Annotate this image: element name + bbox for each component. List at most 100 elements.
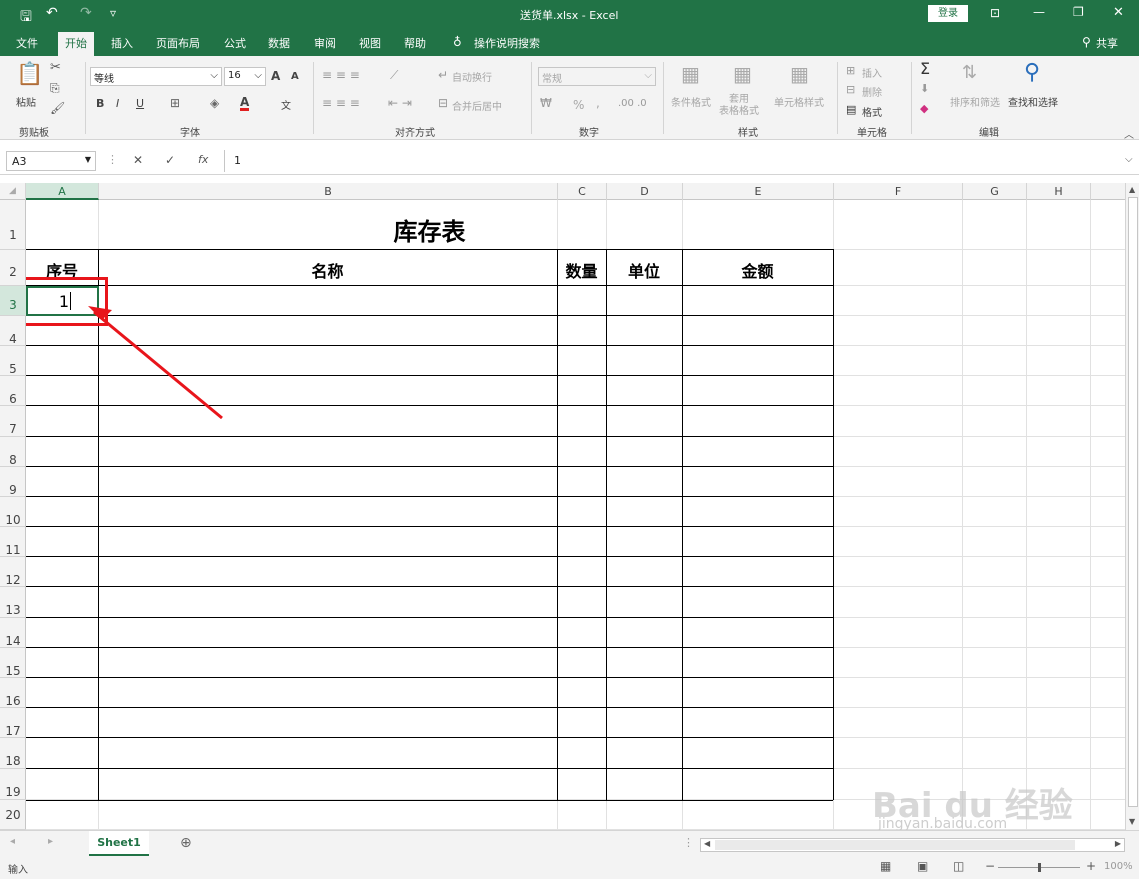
row-header[interactable]: 20 [0, 800, 26, 830]
tab-page-layout[interactable]: 页面布局 [156, 35, 200, 51]
row-header[interactable]: 19 [0, 769, 26, 800]
collapse-ribbon-icon[interactable]: ︿ [1124, 126, 1134, 141]
clear-icon[interactable]: ◆ [920, 102, 928, 115]
row-header[interactable]: 8 [0, 437, 26, 467]
orientation-icon[interactable]: ⟋ [390, 68, 398, 83]
font-name-select[interactable]: 等线 ⌵ [90, 67, 222, 86]
undo-icon[interactable]: ↶ [46, 5, 58, 21]
insert-function-button[interactable]: fx [198, 153, 208, 166]
tab-formulas[interactable]: 公式 [224, 35, 246, 51]
grow-font-button[interactable]: A [271, 69, 280, 83]
scroll-left-icon[interactable]: ◂ [10, 836, 15, 847]
close-button[interactable]: ✕ [1113, 5, 1124, 20]
row-header[interactable]: 6 [0, 376, 26, 406]
row-header[interactable]: 18 [0, 738, 26, 769]
sort-filter-icon[interactable]: ⇅ [962, 62, 977, 83]
vertical-scrollbar[interactable]: ▲ ▼ [1125, 183, 1139, 830]
expand-formula-icon[interactable]: ⌵ [1125, 154, 1133, 165]
row-header[interactable]: 9 [0, 467, 26, 497]
percent-button[interactable]: % [573, 98, 584, 112]
paste-icon[interactable]: 📋 [16, 62, 43, 87]
underline-button[interactable]: U [136, 97, 144, 110]
currency-icon[interactable]: ₩ [540, 96, 552, 110]
fill-icon[interactable]: ⬇ [920, 82, 929, 95]
decimal-icon[interactable]: .00 .0 [618, 98, 647, 109]
bold-button[interactable]: B [96, 97, 104, 110]
tab-view[interactable]: 视图 [359, 35, 381, 51]
row-header[interactable]: 11 [0, 527, 26, 557]
format-cells-button[interactable]: 格式 [862, 104, 882, 119]
sheet-tab-sheet1[interactable]: Sheet1 [89, 831, 149, 856]
insert-cells-button[interactable]: 插入 [862, 65, 882, 80]
minimize-button[interactable]: — [1033, 5, 1045, 19]
formula-input[interactable]: 1 [234, 154, 241, 167]
italic-button[interactable]: I [116, 97, 119, 110]
align-left-icon[interactable]: ≡ ≡ ≡ [322, 96, 360, 110]
tab-file[interactable]: 文件 [16, 35, 38, 51]
col-header-e[interactable]: E [683, 183, 834, 200]
col-header-d[interactable]: D [607, 183, 683, 200]
page-layout-icon[interactable]: ▣ [917, 859, 928, 873]
col-header-b[interactable]: B [99, 183, 558, 200]
find-select-icon[interactable]: ⚲ [1024, 60, 1040, 85]
tab-insert[interactable]: 插入 [111, 35, 133, 51]
col-header-g[interactable]: G [963, 183, 1027, 200]
row-header[interactable]: 16 [0, 678, 26, 708]
row-header[interactable]: 1 [0, 200, 26, 250]
phonetic-button[interactable]: 文 [281, 97, 291, 112]
borders-icon[interactable]: ⊞ [170, 96, 180, 110]
name-box[interactable]: A3 ▼ [6, 151, 96, 171]
shrink-font-button[interactable]: A [291, 71, 299, 82]
restore-button[interactable]: ❐ [1073, 5, 1084, 19]
cell-styles-icon[interactable]: ▦ [790, 62, 809, 86]
zoom-level[interactable]: 100% [1104, 861, 1133, 872]
zoom-thumb[interactable] [1038, 863, 1041, 872]
zoom-in-icon[interactable]: + [1086, 859, 1096, 873]
tab-review[interactable]: 审阅 [314, 35, 336, 51]
delete-cells-button[interactable]: 删除 [862, 84, 882, 99]
tab-help[interactable]: 帮助 [404, 35, 426, 51]
number-format-select[interactable]: 常规 ⌵ [538, 67, 656, 86]
header-unit[interactable]: 单位 [606, 258, 682, 282]
row-header[interactable]: 14 [0, 618, 26, 648]
copy-icon[interactable]: ⎘ [50, 81, 60, 96]
row-header[interactable]: 13 [0, 587, 26, 618]
format-painter-icon[interactable]: 🖌 [50, 101, 65, 115]
row-header[interactable]: 17 [0, 708, 26, 738]
font-color-button[interactable]: A [240, 96, 250, 111]
conditional-format-button[interactable]: 条件格式 [671, 94, 711, 109]
cancel-entry-button[interactable]: ✕ [133, 153, 143, 167]
indent-icon[interactable]: ⇤ ⇥ [388, 96, 412, 110]
select-all-button[interactable]: ◢ [0, 183, 26, 200]
comma-button[interactable]: , [596, 96, 600, 110]
row-header[interactable]: 5 [0, 346, 26, 376]
find-select-button[interactable]: 查找和选择 [1008, 94, 1058, 109]
row-header[interactable]: 15 [0, 648, 26, 678]
ribbon-display-icon[interactable]: ⊡ [990, 6, 1000, 20]
row-header[interactable]: 2 [0, 250, 26, 286]
merge-center-button[interactable]: 合并后居中 [452, 98, 502, 113]
scroll-thumb[interactable] [715, 840, 1075, 850]
wrap-text-button[interactable]: 自动换行 [452, 69, 492, 84]
align-top-icon[interactable]: ≡ ≡ ≡ [322, 68, 360, 82]
paste-button[interactable]: 粘贴 [16, 94, 36, 109]
cut-icon[interactable]: ✂ [50, 60, 61, 75]
redo-icon[interactable]: ↷ [80, 5, 92, 21]
row-header[interactable]: 7 [0, 406, 26, 437]
col-header-a[interactable]: A [26, 183, 99, 200]
col-header-h[interactable]: H [1027, 183, 1091, 200]
conditional-format-icon[interactable]: ▦ [681, 62, 700, 86]
share-button[interactable]: 共享 [1096, 35, 1118, 51]
horizontal-scrollbar[interactable]: ◀ ▶ [700, 838, 1125, 852]
tab-data[interactable]: 数据 [268, 35, 290, 51]
page-break-icon[interactable]: ◫ [953, 859, 964, 873]
font-size-select[interactable]: 16 ⌵ [224, 67, 266, 86]
cell-styles-button[interactable]: 单元格样式 [774, 94, 824, 109]
sort-filter-button[interactable]: 排序和筛选 [950, 94, 1000, 109]
login-button[interactable]: 登录 [928, 5, 968, 22]
col-header-c[interactable]: C [558, 183, 607, 200]
fill-color-icon[interactable]: ◈ [210, 96, 219, 110]
format-as-table-button[interactable]: 套用 表格格式 [719, 94, 759, 118]
save-icon[interactable]: 🖫 [20, 6, 32, 30]
normal-view-icon[interactable]: ▦ [880, 859, 891, 873]
